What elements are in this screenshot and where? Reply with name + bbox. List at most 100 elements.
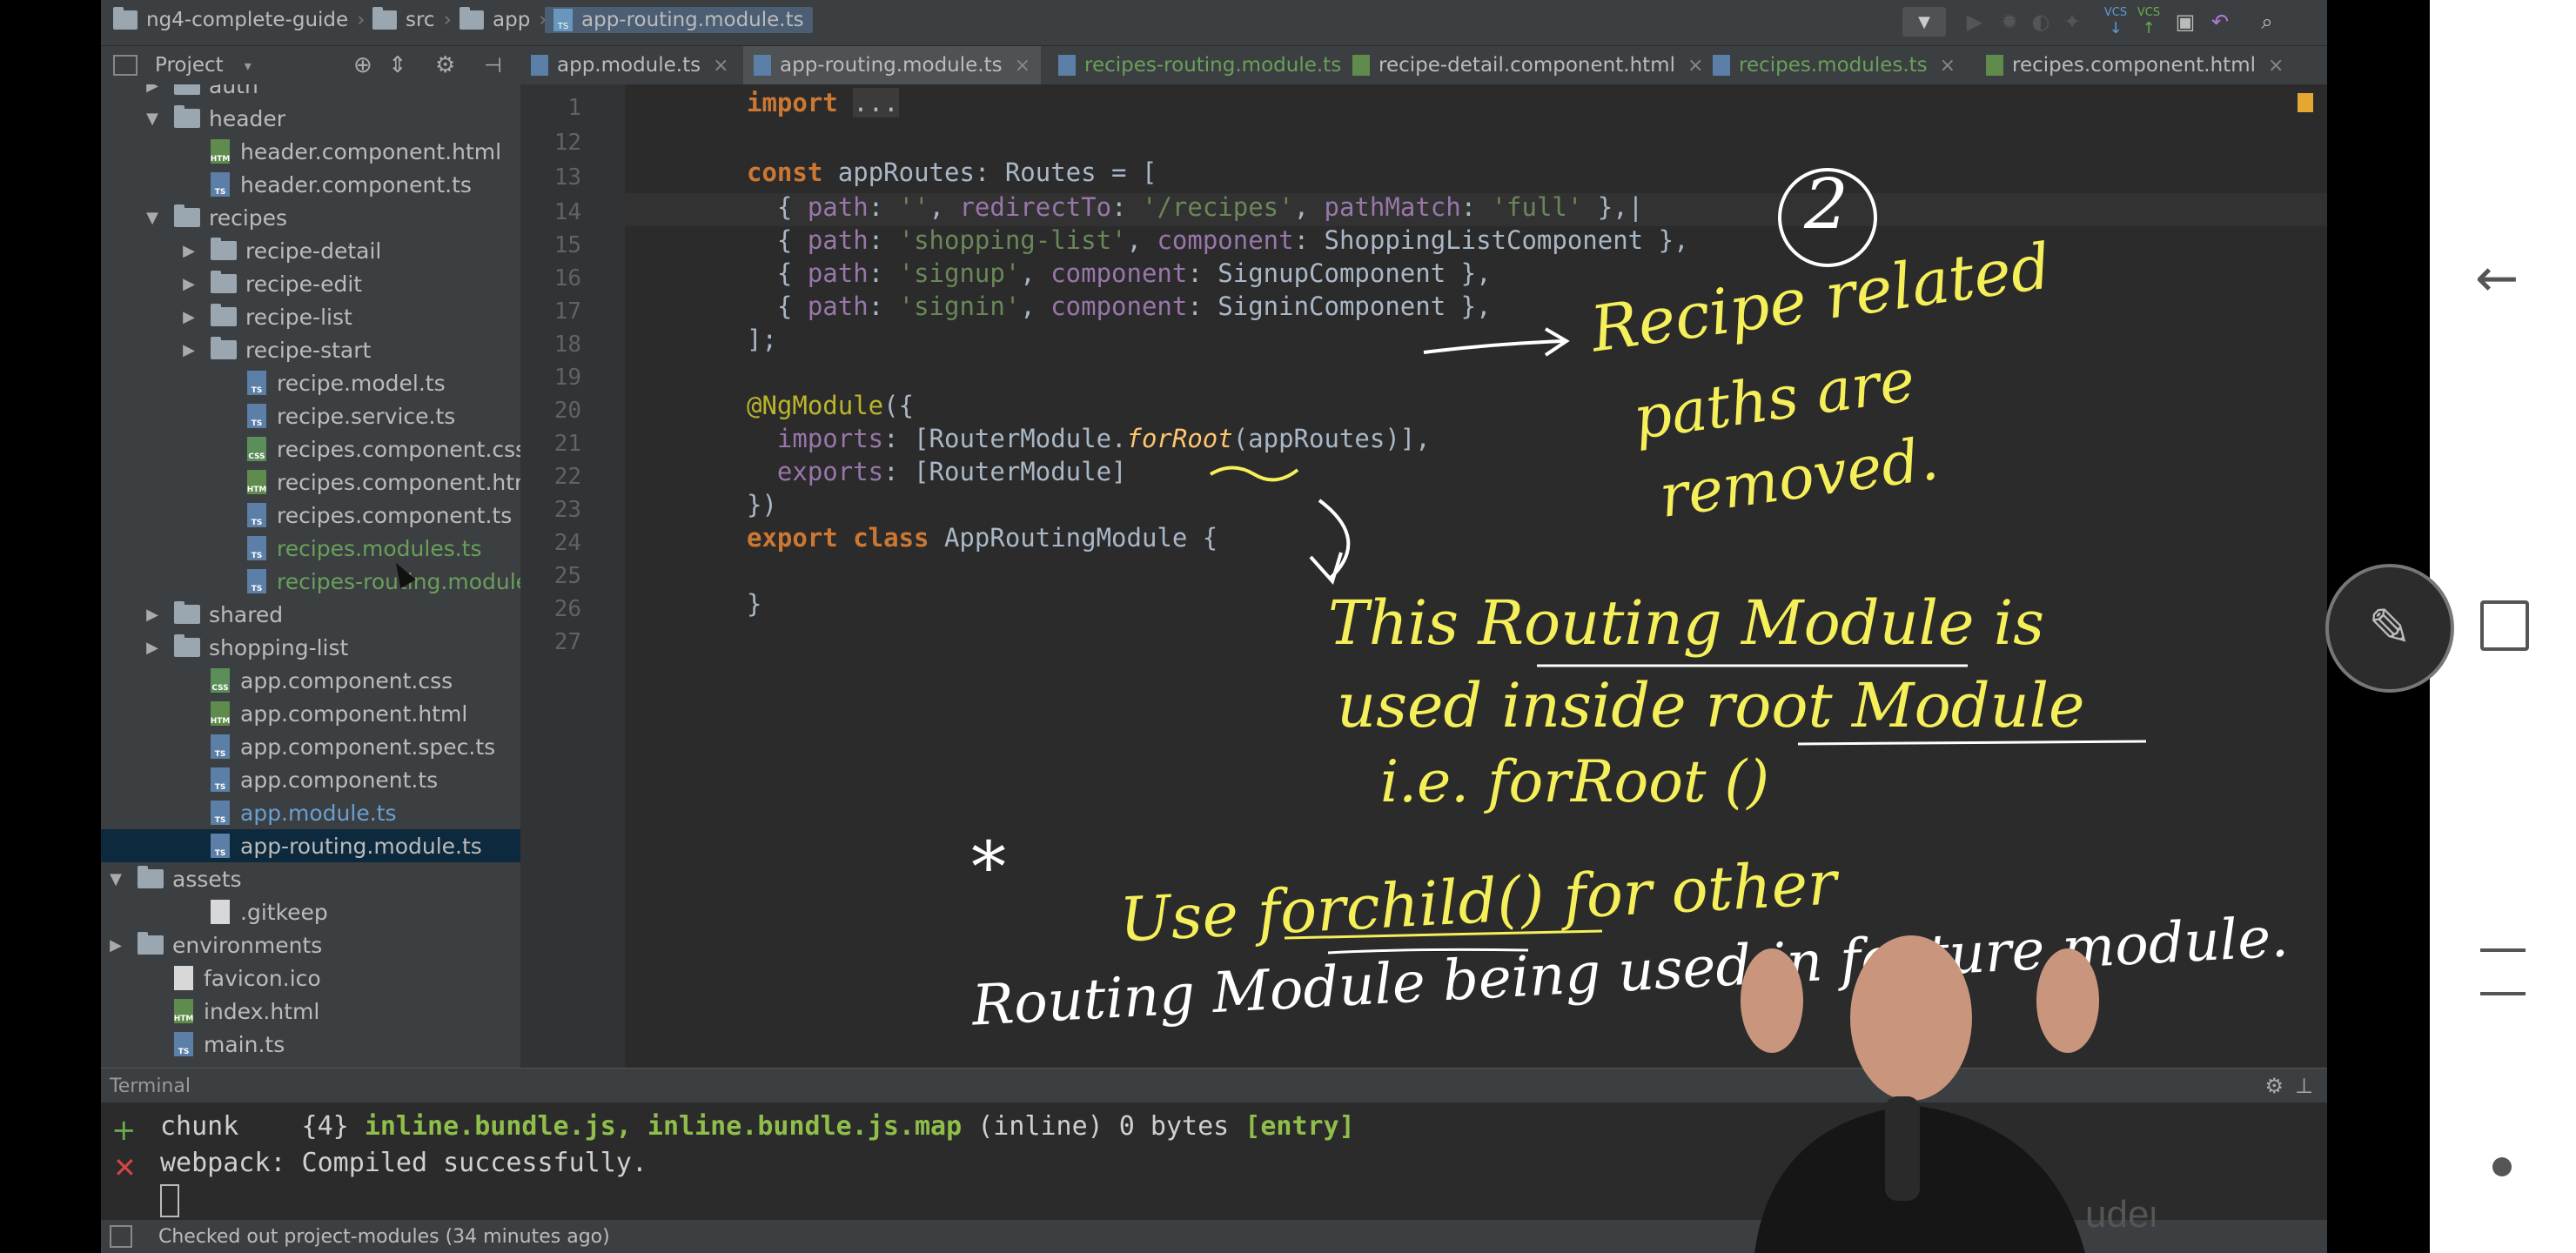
- editor-tab[interactable]: app-routing.module.ts ×: [743, 46, 1042, 84]
- tree-item[interactable]: TS recipe.service.ts: [101, 399, 520, 432]
- home-icon[interactable]: [2480, 948, 2526, 995]
- tree-item[interactable]: HTM header.component.html: [101, 135, 520, 168]
- terminal-title[interactable]: Terminal: [110, 1075, 191, 1097]
- breadcrumb-app[interactable]: app ›: [460, 7, 547, 31]
- tree-item[interactable]: TS app.component.ts: [101, 763, 520, 796]
- close-tab-icon[interactable]: ×: [2268, 55, 2284, 77]
- tree-item[interactable]: favicon.ico: [101, 962, 520, 995]
- terminal-settings-icon[interactable]: ⚙: [2264, 1074, 2284, 1098]
- editor-gutter: 1 12 13 14 15 16 17 18 19 20 21 22 23 24 25 26 27: [520, 84, 625, 1068]
- code-line: }: [747, 589, 762, 619]
- tree-item[interactable]: ▶ shared: [101, 598, 520, 631]
- expand-right-icon[interactable]: ▶: [179, 242, 198, 260]
- tree-item[interactable]: TS recipes.modules.ts: [101, 532, 520, 565]
- collapse-all-icon[interactable]: ⇕: [388, 52, 407, 78]
- terminal-hide-icon[interactable]: ⊥: [2295, 1074, 2313, 1098]
- expand-right-icon[interactable]: ▶: [179, 308, 198, 326]
- expand-right-icon[interactable]: ▶: [106, 936, 125, 955]
- terminal-line-1: chunk {4} inline.bundle.js, inline.bundl…: [160, 1111, 1355, 1142]
- tree-item[interactable]: ▶ environments: [101, 928, 520, 962]
- tree-item[interactable]: ▼ header: [101, 102, 520, 135]
- run-icon[interactable]: ▶: [1960, 7, 1989, 37]
- stop-icon[interactable]: ✦: [2057, 7, 2087, 37]
- debug-icon[interactable]: ✹: [1995, 7, 2024, 37]
- editor-tab[interactable]: recipes-routing.module.ts×: [1048, 46, 1380, 84]
- new-terminal-icon[interactable]: +: [111, 1113, 137, 1148]
- tree-item[interactable]: TSrecipes-routing.module.ts: [101, 565, 520, 598]
- editor-tab[interactable]: app.module.ts ×: [520, 46, 740, 84]
- line-number: 24: [553, 530, 581, 556]
- folder-icon: [174, 105, 200, 128]
- ts-file-icon: [1713, 55, 1730, 76]
- line-number: 26: [553, 596, 581, 622]
- vcs-history-icon[interactable]: ▣: [2170, 7, 2200, 37]
- tree-item[interactable]: ▶ recipe-list: [101, 300, 520, 333]
- tree-item[interactable]: ▶ recipe-start: [101, 333, 520, 366]
- tree-item[interactable]: TS app.component.spec.ts: [101, 730, 520, 763]
- tree-item-label: app.component.css: [240, 667, 453, 694]
- tree-item[interactable]: HTM app.component.html: [101, 697, 520, 730]
- editor-tab[interactable]: recipe-detail.component.html ×: [1342, 46, 1714, 84]
- tree-item[interactable]: ▼ recipes: [101, 201, 520, 234]
- locate-icon[interactable]: ⊕: [353, 52, 372, 78]
- tree-item[interactable]: HTM recipes.component.html: [101, 466, 520, 499]
- breadcrumb-root[interactable]: ng4-complete-guide ›: [113, 7, 365, 31]
- pen-annotation-button[interactable]: ✎: [2325, 564, 2454, 693]
- expand-down-icon[interactable]: ▼: [143, 209, 162, 227]
- code-editor[interactable]: import ... const appRoutes: Routes = [ {…: [625, 84, 2327, 1068]
- revert-icon[interactable]: ↶: [2205, 7, 2235, 37]
- tree-item[interactable]: TS main.ts: [101, 1028, 520, 1061]
- tree-item[interactable]: ▶ recipe-detail: [101, 234, 520, 267]
- vcs-commit-icon[interactable]: VCS ↑: [2134, 6, 2163, 37]
- tree-item[interactable]: TS recipe.model.ts: [101, 366, 520, 399]
- close-tab-icon[interactable]: ×: [1015, 55, 1030, 77]
- editor-tab[interactable]: recipes.modules.ts ×: [1702, 46, 1966, 84]
- breadcrumb-current-file[interactable]: TS app-routing.module.ts: [545, 7, 813, 33]
- tree-item[interactable]: ▶ shopping-list: [101, 631, 520, 664]
- tree-item-label: shared: [209, 601, 284, 627]
- tree-item[interactable]: ▶ recipe-edit: [101, 267, 520, 300]
- run-config-dropdown[interactable]: ▼: [1902, 7, 1946, 37]
- hide-panel-icon[interactable]: ⊣: [484, 53, 502, 77]
- terminal-line-2: webpack: Compiled successfully.: [160, 1148, 647, 1178]
- breadcrumb-src[interactable]: src ›: [372, 7, 452, 31]
- tree-item[interactable]: .gitkeep: [101, 895, 520, 928]
- expand-right-icon[interactable]: ▶: [179, 275, 198, 293]
- expand-right-icon[interactable]: ▶: [143, 639, 162, 657]
- search-icon[interactable]: ⌕: [2252, 7, 2282, 37]
- folder-icon: [211, 271, 237, 293]
- close-tab-icon[interactable]: ×: [713, 55, 728, 77]
- tree-item[interactable]: TS app-routing.module.ts: [101, 829, 520, 862]
- coverage-icon[interactable]: ◐: [2026, 7, 2056, 37]
- tree-item[interactable]: TS app.module.ts: [101, 796, 520, 829]
- ide-window: ng4-complete-guide › src › app › TS app-…: [101, 0, 2327, 1253]
- editor-tab[interactable]: recipes.component.html ×: [1976, 46, 2294, 84]
- tree-item[interactable]: ▼ assets: [101, 862, 520, 895]
- expand-right-icon[interactable]: ▶: [179, 341, 198, 359]
- project-panel-title[interactable]: Project: [155, 54, 224, 77]
- tree-item[interactable]: TS header.component.ts: [101, 168, 520, 201]
- tree-item[interactable]: TS recipes.component.ts: [101, 499, 520, 532]
- close-tab-icon[interactable]: ×: [1687, 55, 1703, 77]
- recent-apps-icon[interactable]: [2480, 600, 2529, 651]
- expand-right-icon[interactable]: ▶: [143, 606, 162, 624]
- back-icon[interactable]: ←: [2475, 248, 2519, 309]
- vcs-update-icon[interactable]: VCS ↓: [2101, 6, 2130, 37]
- expand-down-icon[interactable]: ▼: [106, 870, 125, 888]
- typescript-file-icon: TS: [553, 9, 573, 31]
- expand-down-icon[interactable]: ▼: [143, 110, 162, 128]
- tree-item[interactable]: ▶ auth: [101, 84, 520, 102]
- settings-gear-icon[interactable]: ⚙: [435, 52, 455, 78]
- tree-item[interactable]: HTM index.html: [101, 995, 520, 1028]
- close-tab-icon[interactable]: ×: [1940, 55, 1955, 77]
- close-terminal-icon[interactable]: ✕: [113, 1151, 137, 1184]
- tree-item[interactable]: CSS app.component.css: [101, 664, 520, 697]
- plain-file-icon: [211, 900, 230, 924]
- project-view-dropdown-icon[interactable]: ▾: [245, 57, 252, 74]
- line-number: 22: [553, 464, 581, 490]
- tree-item[interactable]: CSS recipes.component.css: [101, 432, 520, 466]
- expand-right-icon[interactable]: ▶: [143, 84, 162, 95]
- terminal-cursor: [160, 1184, 179, 1217]
- status-panel-icon[interactable]: [110, 1225, 132, 1248]
- html-file-icon: HTM: [211, 701, 230, 726]
